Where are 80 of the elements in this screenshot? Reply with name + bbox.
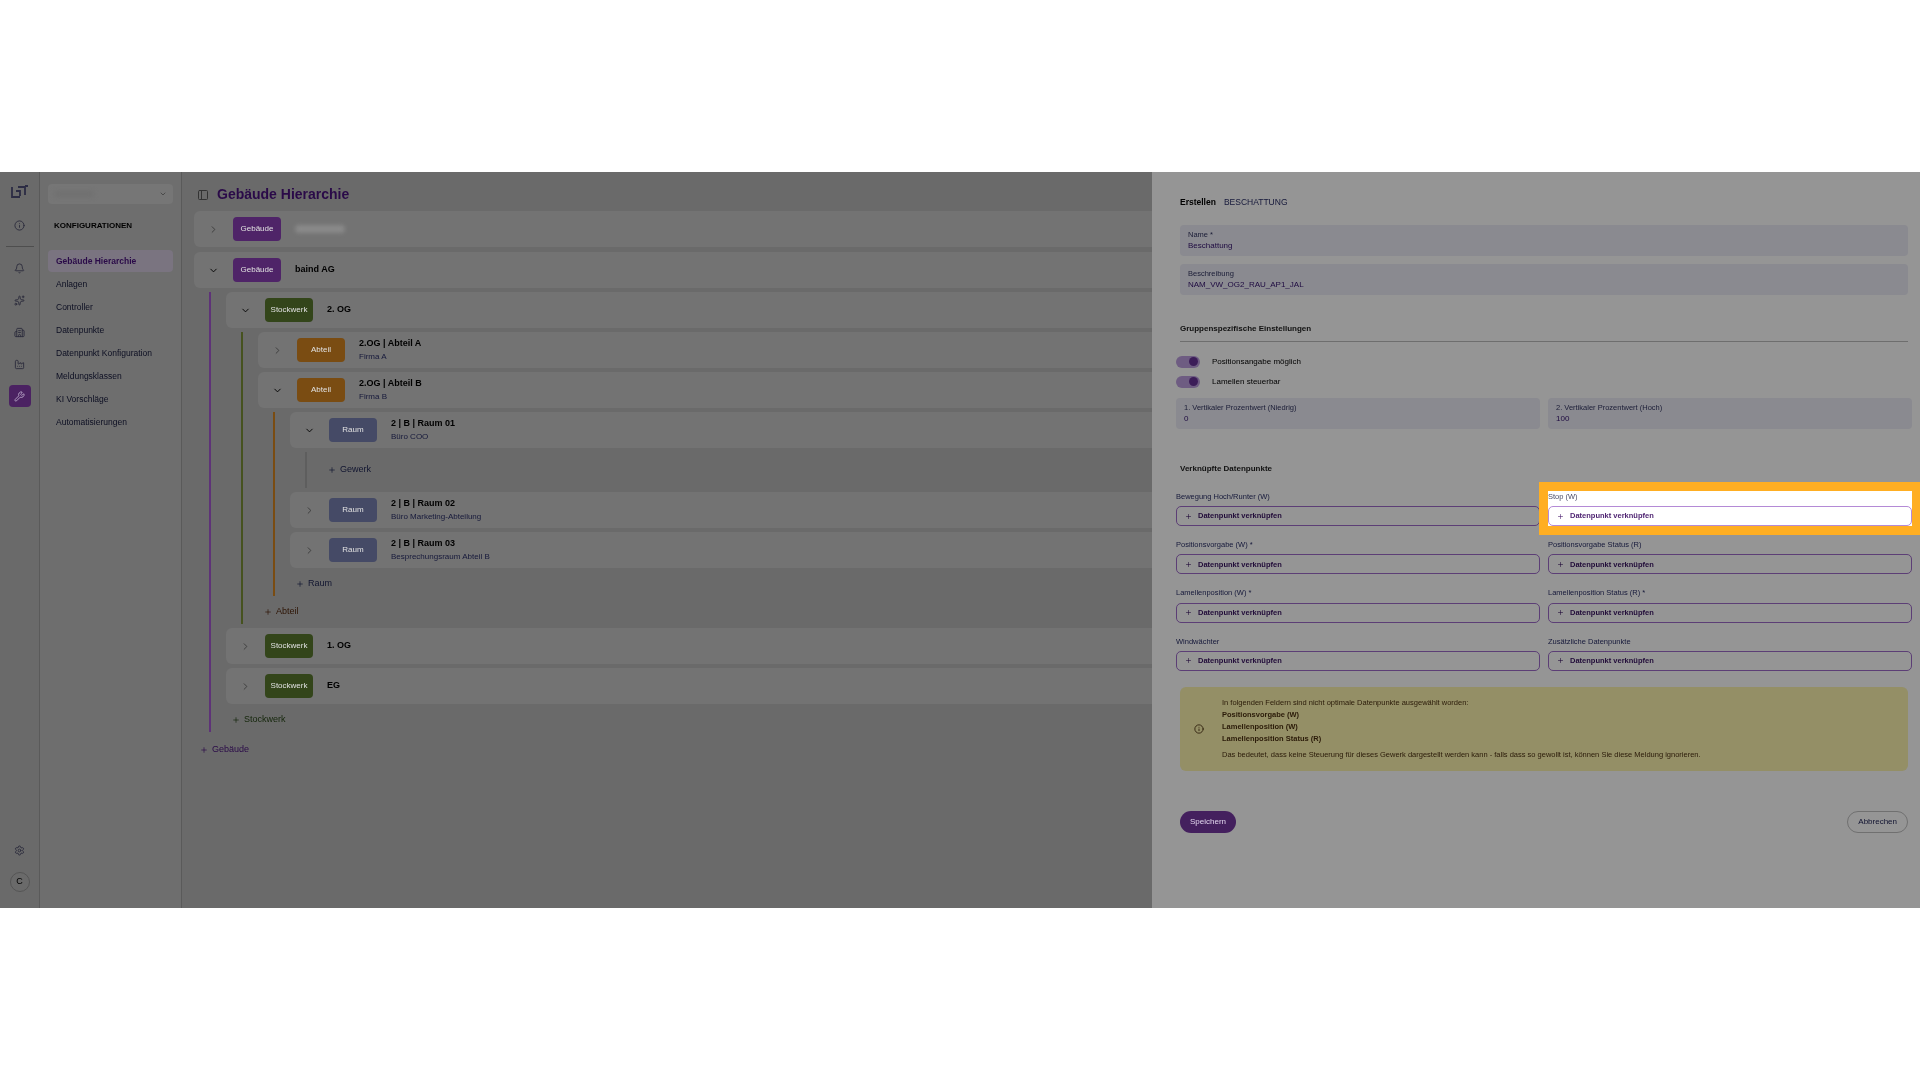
plus-icon (1557, 512, 1564, 520)
settings-icon[interactable] (14, 845, 25, 856)
node-title: 1. OG (327, 639, 351, 653)
node-subtitle: Firma B (359, 390, 388, 403)
node-subtitle: Büro Marketing-Abteilung (391, 510, 482, 523)
type-badge: Raum (329, 418, 377, 442)
breadcrumb-current: Erstellen (1180, 196, 1216, 209)
section-title: Verknüpfte Datenpunkte (1179, 462, 1273, 475)
node-subtitle: Firma A (359, 350, 388, 363)
nav-item[interactable]: Controller (48, 296, 173, 318)
type-badge: Raum (329, 538, 377, 562)
node-title: 2 | B | Raum 01 (391, 417, 456, 431)
section-title: Gruppenspezifische Einstellungen (1179, 322, 1313, 335)
page-title: Gebäude Hierarchie (217, 185, 350, 204)
node-title: EG (327, 679, 340, 693)
tree-row[interactable]: Raum 2 | B | Raum 01 Büro COO (290, 412, 1152, 448)
type-badge: Gebäude (233, 258, 281, 282)
node-title: 2. OG (327, 303, 351, 317)
field-value: NAM_VW_OG2_RAU_AP1_JAL (1188, 278, 1305, 291)
node-title: baind AG (295, 263, 335, 277)
add-link[interactable]: Abteil (258, 600, 305, 624)
tree-row[interactable]: Stockwerk EG (226, 668, 1152, 704)
field-value: 100 (1556, 412, 1571, 425)
node-title: 2 | B | Raum 03 (391, 537, 457, 551)
save-button[interactable]: Speichern (1180, 810, 1237, 833)
plus-icon (1185, 512, 1192, 520)
add-link[interactable]: Raum (290, 572, 338, 596)
toggle-label: Lamellen steuerbar (1212, 375, 1281, 388)
plus-icon (296, 580, 304, 588)
tree-row[interactable]: Gebäude baind AG (194, 252, 1152, 288)
field-value: Beschattung (1188, 239, 1234, 252)
type-badge: Stockwerk (265, 634, 313, 658)
nav-item[interactable]: Gebäude Hierarchie (48, 250, 173, 272)
type-badge: Abteil (297, 378, 345, 402)
node-title: 2.OG | Abteil B (359, 377, 422, 391)
plus-icon (1557, 560, 1564, 568)
add-link[interactable]: Gebäude (194, 738, 256, 762)
tree-row[interactable]: Stockwerk 1. OG (226, 628, 1152, 664)
toggle-switch[interactable] (1176, 355, 1200, 368)
nav-item[interactable]: Anlagen (48, 273, 173, 295)
chevron-icon (159, 190, 167, 198)
type-badge: Stockwerk (265, 674, 313, 698)
type-badge: Gebäude (233, 217, 281, 241)
tree-row[interactable]: Stockwerk 2. OG (226, 292, 1152, 328)
add-link[interactable]: Gewerk (322, 458, 377, 482)
plus-icon (200, 746, 208, 754)
tree-row[interactable]: Gebäude (194, 211, 1152, 247)
breadcrumb-item: BESCHATTUNG (1223, 196, 1288, 209)
nav-item[interactable]: Automatisierungen (48, 411, 173, 433)
type-badge: Raum (329, 498, 377, 522)
plus-icon (232, 716, 240, 724)
plus-icon (264, 608, 272, 616)
plus-icon (328, 466, 336, 474)
type-badge: Stockwerk (265, 298, 313, 322)
type-badge: Abteil (297, 338, 345, 362)
plus-icon (1557, 609, 1564, 616)
nav-item[interactable]: Datenpunkte (48, 319, 173, 341)
info-icon (1194, 723, 1204, 734)
node-subtitle: Besprechungsraum Abteil B (391, 550, 490, 563)
node-subtitle: Büro COO (391, 430, 430, 443)
node-title: 2.OG | Abteil A (359, 337, 422, 351)
tree-row[interactable]: Abteil 2.OG | Abteil B Firma B (258, 372, 1152, 408)
tree-row[interactable]: Raum 2 | B | Raum 03 Besprechungsraum Abteil B (290, 532, 1152, 568)
field-value: 0 (1184, 412, 1190, 425)
plus-icon (1185, 657, 1192, 665)
logo-icon (9, 184, 30, 200)
tree-row[interactable]: Raum 2 | B | Raum 02 Büro Marketing-Abteilung (290, 492, 1152, 528)
node-title: 2 | B | Raum 02 (391, 497, 457, 511)
plus-icon (1185, 609, 1192, 616)
wrench-icon[interactable] (8, 385, 31, 407)
plus-icon (1185, 560, 1192, 568)
nav-item[interactable]: KI Vorschläge (48, 388, 173, 410)
sidebar-toggle-icon[interactable] (197, 188, 209, 201)
toggle-switch[interactable] (1176, 375, 1200, 388)
tree-row[interactable]: Abteil 2.OG | Abteil A Firma A (258, 332, 1152, 368)
toggle-label: Positionsangabe möglich (1212, 355, 1301, 368)
nav-heading: KONFIGURATIONEN (53, 220, 134, 232)
plus-icon (1557, 657, 1564, 665)
nav-item[interactable]: Datenpunkt Konfiguration (48, 342, 173, 364)
nav-item[interactable]: Meldungsklassen (48, 365, 173, 387)
